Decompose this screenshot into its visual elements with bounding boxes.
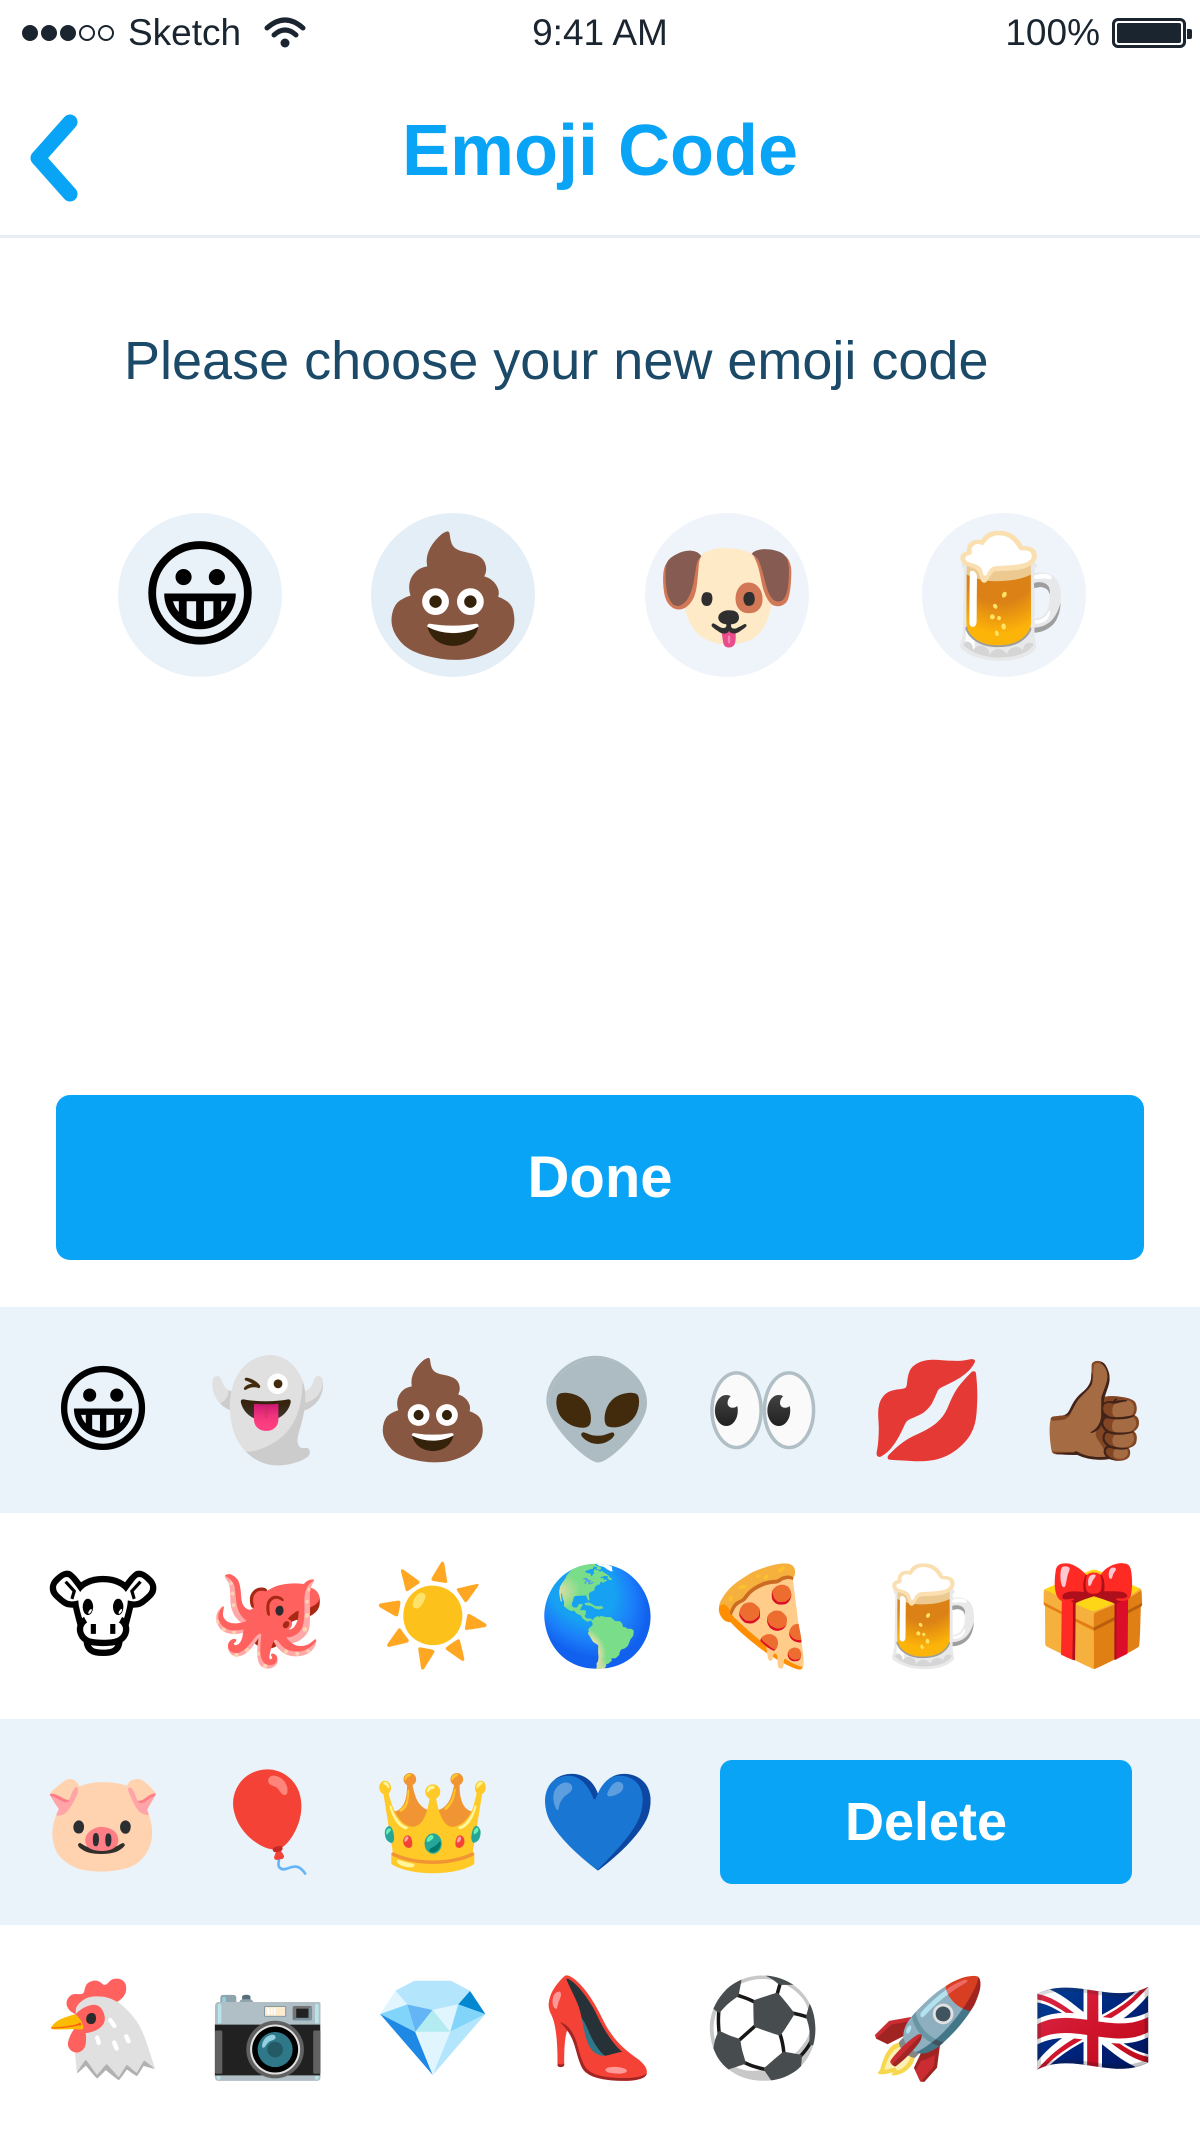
emoji-key-pizza[interactable]: 🍕 <box>688 1541 838 1691</box>
emoji-keyboard-row-1: 😀 👻 💩 👽 👀 💋 👍🏾 <box>0 1307 1200 1513</box>
dog-face-icon: 🐶 <box>653 526 801 664</box>
emoji-key-octopus[interactable]: 🐙 <box>193 1541 343 1691</box>
instruction-text: Please choose your new emoji code <box>124 331 989 391</box>
emoji-keyboard-row-4: 🐔 📷 💎 👠 ⚽ 🚀 🇬🇧 <box>0 1925 1200 2131</box>
navigation-bar: Emoji Code <box>0 70 1200 238</box>
emoji-key-pig-face[interactable]: 🐷 <box>28 1747 178 1897</box>
pile-of-poo-icon: 💩 <box>379 526 527 664</box>
delete-button[interactable]: Delete <box>720 1760 1132 1884</box>
emoji-key-cow-face[interactable]: 🐮 <box>28 1541 178 1691</box>
emoji-key-soccer-ball[interactable]: ⚽ <box>688 1953 838 2103</box>
emoji-key-gift[interactable]: 🎁 <box>1018 1541 1168 1691</box>
emoji-key-balloon[interactable]: 🎈 <box>193 1747 343 1897</box>
emoji-key-eyes[interactable]: 👀 <box>688 1335 838 1485</box>
emoji-key-thumbs-up[interactable]: 👍🏾 <box>1018 1335 1168 1485</box>
battery-icon <box>1112 18 1192 48</box>
emoji-key-chicken[interactable]: 🐔 <box>28 1953 178 2103</box>
emoji-key-camera[interactable]: 📷 <box>193 1953 343 2103</box>
emoji-key-alien[interactable]: 👽 <box>523 1335 673 1485</box>
grinning-face-icon: 😀 <box>138 526 262 664</box>
emoji-key-high-heel[interactable]: 👠 <box>523 1953 673 2103</box>
emoji-key-beer-mug[interactable]: 🍺 <box>853 1541 1003 1691</box>
done-button[interactable]: Done <box>56 1095 1144 1260</box>
battery-percentage: 100% <box>1005 12 1100 53</box>
emoji-key-sun[interactable]: ☀️ <box>358 1541 508 1691</box>
battery-cap <box>1187 29 1192 39</box>
emoji-key-pile-of-poo[interactable]: 💩 <box>358 1335 508 1485</box>
emoji-key-uk-flag[interactable]: 🇬🇧 <box>1018 1953 1168 2103</box>
emoji-key-ghost[interactable]: 👻 <box>193 1335 343 1485</box>
code-slot-2[interactable]: 💩 <box>371 513 535 677</box>
battery-fill <box>1117 23 1181 43</box>
code-slot-4[interactable]: 🍺 <box>922 513 1086 677</box>
code-slot-1[interactable]: 😀 <box>118 513 282 677</box>
emoji-key-globe[interactable]: 🌎 <box>523 1541 673 1691</box>
emoji-key-grinning-face[interactable]: 😀 <box>28 1335 178 1485</box>
status-bar: Sketch 9:41 AM 100% <box>0 0 1200 70</box>
emoji-key-rocket[interactable]: 🚀 <box>853 1953 1003 2103</box>
emoji-key-gem[interactable]: 💎 <box>358 1953 508 2103</box>
beer-mug-icon: 🍺 <box>930 526 1078 664</box>
emoji-keyboard-row-2: 🐮 🐙 ☀️ 🌎 🍕 🍺 🎁 <box>0 1513 1200 1719</box>
status-right: 100% <box>1005 12 1192 54</box>
code-slot-3[interactable]: 🐶 <box>645 513 809 677</box>
emoji-key-crown[interactable]: 👑 <box>358 1747 508 1897</box>
emoji-key-blue-heart[interactable]: 💙 <box>523 1747 673 1897</box>
emoji-key-kiss-mark[interactable]: 💋 <box>853 1335 1003 1485</box>
page-title: Emoji Code <box>401 111 799 191</box>
